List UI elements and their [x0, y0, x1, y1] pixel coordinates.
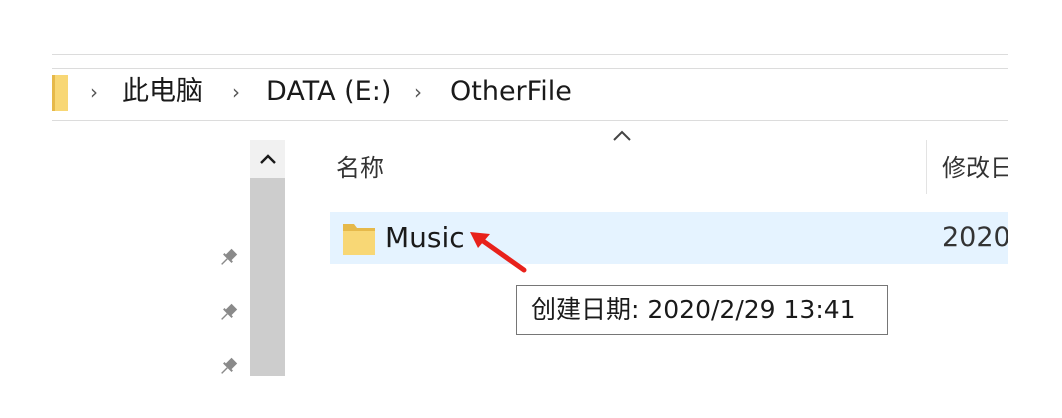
chevron-right-icon[interactable]: › [232, 80, 240, 104]
breadcrumb-item-data-drive[interactable]: DATA (E:) [266, 74, 391, 110]
file-date-modified: 2020/2/29 13:41 [942, 222, 1008, 253]
column-header-name[interactable]: 名称 [336, 152, 384, 184]
annotation-arrow [470, 232, 527, 273]
folder-icon [343, 224, 375, 255]
scroll-up-button[interactable] [250, 140, 285, 178]
address-bar-top-border [52, 68, 1008, 69]
tooltip: 创建日期: 2020/2/29 13:41 [516, 285, 888, 335]
chevron-up-icon [259, 154, 276, 164]
chevron-right-icon[interactable]: › [414, 80, 422, 104]
pin-icon[interactable] [218, 248, 238, 268]
breadcrumb-item-otherfile[interactable]: OtherFile [450, 74, 572, 110]
toolbar-divider [52, 54, 1008, 55]
pin-icon[interactable] [218, 357, 238, 377]
address-bar-bottom-border [52, 120, 1008, 121]
pin-icon[interactable] [218, 303, 238, 323]
column-header-date-modified[interactable]: 修改日期 [942, 152, 1008, 184]
chevron-right-icon[interactable]: › [90, 80, 98, 104]
file-name[interactable]: Music [385, 220, 465, 256]
breadcrumb-item-this-pc[interactable]: 此电脑 [122, 74, 203, 110]
tooltip-text: 创建日期: 2020/2/29 13:41 [531, 295, 856, 324]
column-divider[interactable] [926, 140, 927, 194]
sort-up-icon [613, 130, 631, 141]
folder-icon[interactable] [52, 75, 68, 111]
